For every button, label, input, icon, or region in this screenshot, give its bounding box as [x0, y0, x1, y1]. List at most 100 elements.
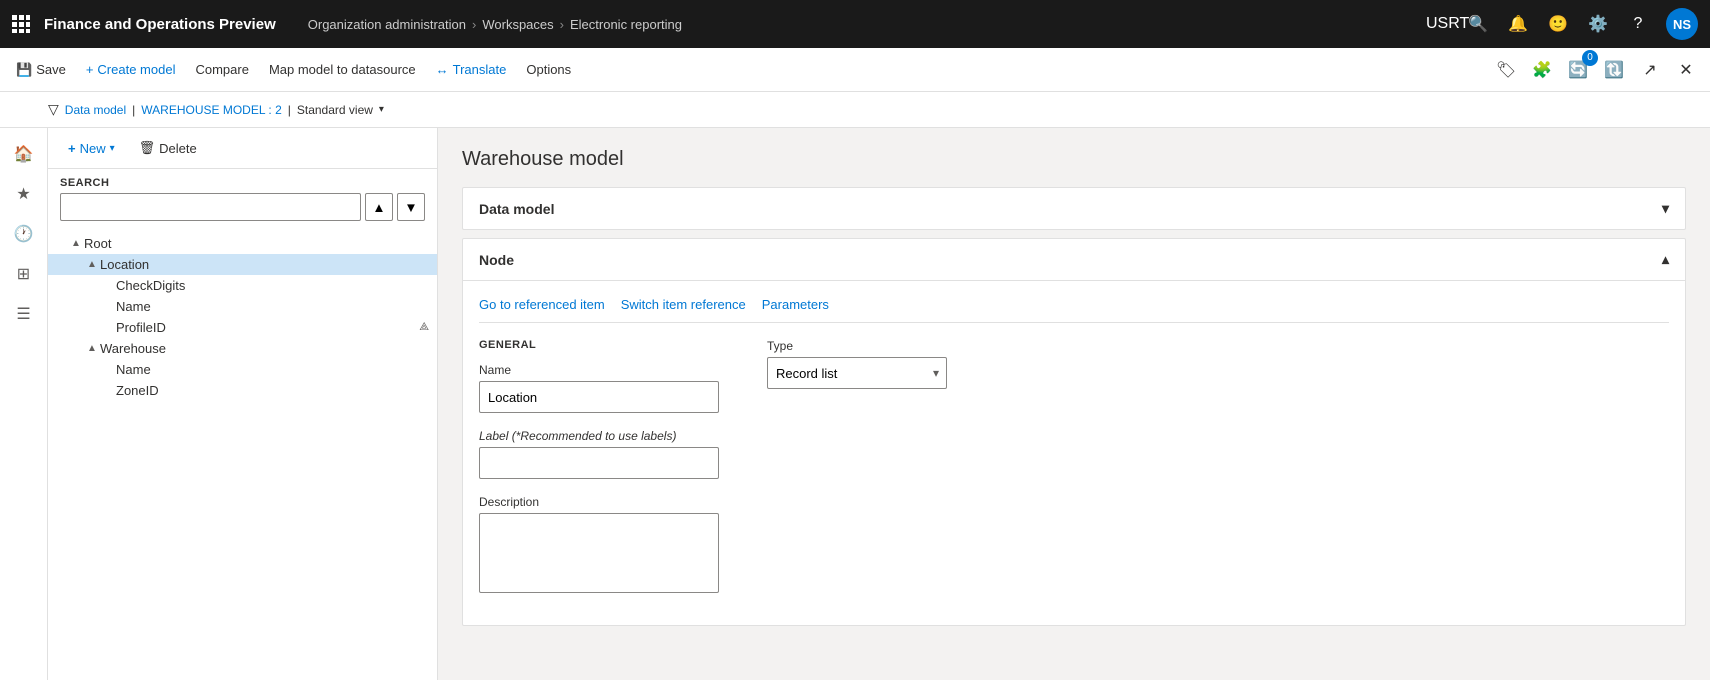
tree-toggle-wh-name — [100, 364, 116, 375]
tab-go-to-referenced[interactable]: Go to referenced item — [479, 297, 605, 322]
data-model-section-header[interactable]: Data model ▾ — [463, 188, 1685, 229]
description-label: Description — [479, 495, 719, 509]
breadcrumb-bar: ▽ Data model | WAREHOUSE MODEL : 2 | Sta… — [0, 92, 1710, 128]
breadcrumb-sep-2: › — [560, 17, 564, 32]
close-icon[interactable]: ✕ — [1670, 54, 1702, 86]
profileid-icon: ⟁ — [419, 321, 429, 334]
bell-icon[interactable]: 🔔 — [1506, 14, 1530, 34]
sidebar-icon-recent[interactable]: 🕐 — [6, 216, 42, 252]
toolbar-right-area: 🏷 🧩 🔄 0 🔃 ↗ ✕ — [1490, 54, 1702, 86]
tree-node-location[interactable]: ▲ Location — [48, 254, 437, 275]
label-form-group: Label (*Recommended to use labels) — [479, 429, 719, 479]
refresh-icon[interactable]: 🔃 — [1598, 54, 1630, 86]
trash-icon: 🗑 — [139, 140, 156, 156]
tree-node-name[interactable]: Name — [48, 296, 437, 317]
breadcrumb-org[interactable]: Organization administration — [308, 17, 466, 32]
tree-toggle-name — [100, 301, 116, 312]
sidebar-icon-menu[interactable]: ☰ — [6, 296, 42, 332]
section-collapse-icon: ▾ — [1662, 200, 1669, 217]
tree-node-profileid[interactable]: ProfileID ⟁ — [48, 317, 437, 338]
create-model-button[interactable]: + Create model — [78, 58, 184, 81]
tree-node-warehouse-name[interactable]: Name — [48, 359, 437, 380]
name-label: Name — [479, 363, 719, 377]
label-field-label: Label (*Recommended to use labels) — [479, 429, 719, 443]
open-icon[interactable]: ↗ — [1634, 54, 1666, 86]
map-button[interactable]: Map model to datasource — [261, 58, 424, 81]
data-model-section: Data model ▾ — [462, 187, 1686, 230]
breadcrumb-standard-view[interactable]: Standard view — [297, 103, 373, 117]
node-section-header[interactable]: Node ▴ — [463, 239, 1685, 281]
sidebar-icon-home[interactable]: 🏠 — [6, 136, 42, 172]
label-input[interactable] — [479, 447, 719, 479]
tree-toggle-zoneid — [100, 385, 116, 396]
app-grid-button[interactable] — [12, 12, 36, 36]
node-tabs: Go to referenced item Switch item refere… — [479, 297, 1669, 323]
breadcrumb-reporting[interactable]: Electronic reporting — [570, 17, 682, 32]
breadcrumb-workspaces[interactable]: Workspaces — [482, 17, 553, 32]
search-down-button[interactable]: ▼ — [397, 193, 425, 221]
tree-node-warehouse[interactable]: ▲ Warehouse — [48, 338, 437, 359]
section-expand-icon: ▴ — [1662, 251, 1669, 268]
breadcrumb-data-model[interactable]: Data model — [65, 103, 126, 117]
type-form-group: Type Record list Record String Integer R… — [767, 339, 947, 389]
compare-button[interactable]: Compare — [187, 58, 256, 81]
translate-icon: ↔ — [436, 62, 449, 77]
help-icon[interactable]: ? — [1626, 15, 1650, 33]
tree-node-root[interactable]: ▲ Root — [48, 233, 437, 254]
tab-switch-reference[interactable]: Switch item reference — [621, 297, 746, 322]
extension-icon[interactable]: 🧩 — [1526, 54, 1558, 86]
left-panel-toolbar: + New ▾ 🗑 Delete — [48, 128, 437, 169]
breadcrumb-warehouse-model[interactable]: WAREHOUSE MODEL : 2 — [141, 103, 281, 117]
delete-button[interactable]: 🗑 Delete — [131, 136, 205, 160]
tree-toggle-root: ▲ — [68, 238, 84, 249]
search-up-button[interactable]: ▲ — [365, 193, 393, 221]
type-label: Type — [767, 339, 947, 353]
main-toolbar: 💾 Save + Create model Compare Map model … — [0, 48, 1710, 92]
tree-node-zoneid[interactable]: ZoneID — [48, 380, 437, 401]
search-icon[interactable]: 🔍 — [1466, 14, 1490, 34]
breadcrumb-bar-sep1: | — [132, 103, 135, 117]
smiley-icon[interactable]: 🙂 — [1546, 14, 1570, 34]
user-label: USRT — [1426, 15, 1450, 33]
avatar[interactable]: NS — [1666, 8, 1698, 40]
plus-icon: + — [86, 62, 94, 77]
search-section: SEARCH ▲ ▼ — [48, 169, 437, 229]
app-title: Finance and Operations Preview — [44, 16, 276, 33]
right-panel: Warehouse model Data model ▾ Node ▴ Go t… — [438, 128, 1710, 680]
main-layout: 🏠 ★ 🕐 ⊞ ☰ + New ▾ 🗑 Delete SEARCH ▲ ▼ — [0, 128, 1710, 680]
notification-icon[interactable]: 🔄 0 — [1562, 54, 1594, 86]
filter-icon[interactable]: ▽ — [48, 101, 59, 118]
type-select-wrapper: Record list Record String Integer Real B… — [767, 357, 947, 389]
settings-icon[interactable]: ⚙️ — [1586, 14, 1610, 34]
description-textarea[interactable] — [479, 513, 719, 593]
translate-button[interactable]: ↔ Translate — [428, 58, 515, 81]
type-select[interactable]: Record list Record String Integer Real B… — [767, 357, 947, 389]
save-icon: 💾 — [16, 62, 32, 78]
general-label: GENERAL — [479, 339, 719, 351]
breadcrumb-bar-sep2: | — [288, 103, 291, 117]
name-input[interactable] — [479, 381, 719, 413]
name-form-group: Name — [479, 363, 719, 413]
plus-icon: + — [68, 141, 76, 156]
sidebar-icon-star[interactable]: ★ — [6, 176, 42, 212]
top-bar-right: USRT 🔍 🔔 🙂 ⚙️ ? NS — [1426, 8, 1698, 40]
save-button[interactable]: 💾 Save — [8, 58, 74, 82]
new-button[interactable]: + New ▾ — [60, 137, 123, 160]
search-input[interactable] — [60, 193, 361, 221]
node-section: Node ▴ Go to referenced item Switch item… — [462, 238, 1686, 626]
tab-parameters[interactable]: Parameters — [762, 297, 829, 322]
chevron-down-icon[interactable]: ▾ — [379, 104, 384, 115]
description-form-group: Description — [479, 495, 719, 593]
nav-breadcrumb: Organization administration › Workspaces… — [308, 17, 682, 32]
tree-toggle-warehouse: ▲ — [84, 343, 100, 354]
bookmark-icon[interactable]: 🏷 — [1490, 54, 1522, 86]
tree-toggle-checkdigits — [100, 280, 116, 291]
node-section-body: Go to referenced item Switch item refere… — [463, 281, 1685, 625]
options-button[interactable]: Options — [518, 58, 579, 81]
tree-toggle-profileid — [100, 322, 116, 333]
general-column: GENERAL Name Label (*Recommended to use … — [479, 339, 719, 609]
left-panel: + New ▾ 🗑 Delete SEARCH ▲ ▼ ▲ Root — [48, 128, 438, 680]
tree-node-checkdigits[interactable]: CheckDigits — [48, 275, 437, 296]
sidebar-icons: 🏠 ★ 🕐 ⊞ ☰ — [0, 128, 48, 680]
sidebar-icon-grid[interactable]: ⊞ — [6, 256, 42, 292]
